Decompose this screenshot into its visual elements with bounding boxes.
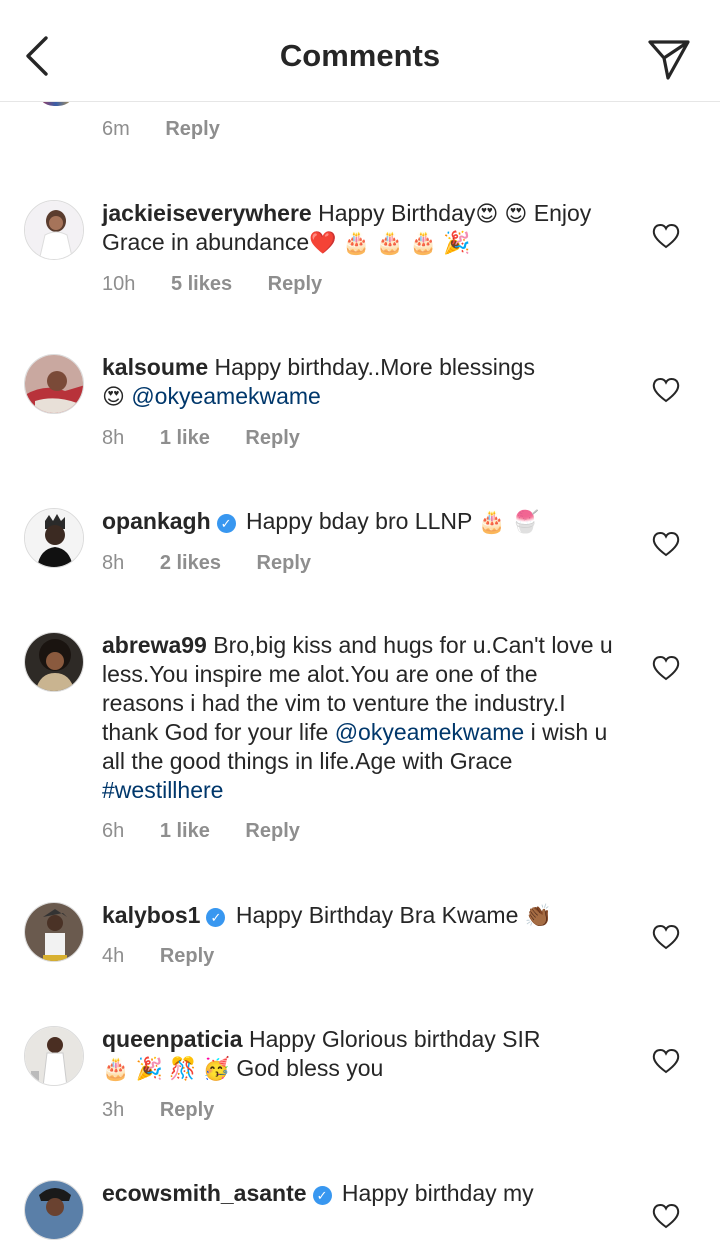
comment-username[interactable]: abrewa99 xyxy=(102,632,207,658)
heart-icon[interactable] xyxy=(652,924,680,950)
comment-message: Happy birthday..More blessings xyxy=(214,354,535,380)
reply-button[interactable]: Reply xyxy=(160,945,214,968)
emoji: 🎂 🎉 🎊 🥳 xyxy=(102,1056,230,1081)
comment-meta: 4h Reply xyxy=(102,945,244,968)
comment-message: Happy Glorious birthday SIR xyxy=(249,1026,541,1052)
comment-time: 4h xyxy=(102,945,125,967)
heart-icon[interactable] xyxy=(652,1048,680,1074)
likes-count[interactable]: 5 likes xyxy=(171,273,232,296)
comment-username[interactable]: kalybos1 xyxy=(102,902,200,928)
comment-meta: 10h 5 likes Reply xyxy=(102,273,352,296)
reply-button[interactable]: Reply xyxy=(268,273,322,296)
comment-meta: 8h 2 likes Reply xyxy=(102,552,341,575)
comment-meta: 6m Reply xyxy=(102,118,250,141)
mention-link[interactable]: @okyeamekwame xyxy=(131,383,321,409)
heart-icon[interactable] xyxy=(652,1203,680,1229)
comment-message: God bless you xyxy=(236,1055,384,1081)
likes-count[interactable]: 2 likes xyxy=(160,552,221,575)
emoji: 😍 xyxy=(102,384,125,409)
comment-username[interactable]: opankagh xyxy=(102,508,211,534)
emoji: 🎂 🍧 xyxy=(478,509,540,534)
heart-icon[interactable] xyxy=(652,655,680,681)
comment-message: Happy Birthday xyxy=(318,200,476,226)
comment-text: kalybos1 ✓ Happy Birthday Bra Kwame 👏🏾 xyxy=(102,901,622,930)
avatar[interactable] xyxy=(24,1026,84,1086)
heart-icon[interactable] xyxy=(652,223,680,249)
comment-time: 8h xyxy=(102,427,125,449)
reply-button[interactable]: Reply xyxy=(245,427,299,450)
comment-meta: 8h 1 like Reply xyxy=(102,427,330,450)
comment-message: Happy bday bro LLNP xyxy=(246,508,472,534)
likes-count[interactable]: 1 like xyxy=(160,820,210,843)
comment-time: 6m xyxy=(102,118,130,140)
comment-time: 3h xyxy=(102,1099,125,1121)
heart-icon[interactable] xyxy=(652,531,680,557)
verified-badge-icon: ✓ xyxy=(216,514,236,533)
heart-icon[interactable] xyxy=(652,377,680,403)
comment-meta: 3h Reply xyxy=(102,1099,244,1122)
verified-badge-icon: ✓ xyxy=(206,908,226,927)
avatar[interactable] xyxy=(24,200,84,260)
comment-meta: 6h 1 like Reply xyxy=(102,820,330,843)
reply-button[interactable]: Reply xyxy=(245,820,299,843)
comment-time: 8h xyxy=(102,552,125,574)
paper-plane-icon[interactable] xyxy=(644,34,694,82)
comment-text: ecowsmith_asante ✓ Happy birthday my xyxy=(102,1179,622,1208)
verified-badge-icon: ✓ xyxy=(312,1186,332,1205)
reply-button[interactable]: Reply xyxy=(165,118,219,140)
comment-message: Happy Birthday Bra Kwame xyxy=(235,902,519,928)
mention-link[interactable]: @okyeamekwame xyxy=(335,719,525,745)
avatar[interactable] xyxy=(24,354,84,414)
comment-text: kalsoume Happy birthday..More blessings … xyxy=(102,353,622,411)
hashtag-link[interactable]: #westillhere xyxy=(102,777,223,803)
emoji: 😍 😍 xyxy=(475,201,528,226)
comment-username[interactable]: kalsoume xyxy=(102,354,208,380)
page-title: Comments xyxy=(279,38,441,73)
comment-username[interactable]: jackieiseverywhere xyxy=(102,200,312,226)
comment-text: queenpaticia Happy Glorious birthday SIR… xyxy=(102,1025,622,1083)
comment-text: abrewa99 Bro,big kiss and hugs for u.Can… xyxy=(102,631,622,805)
avatar[interactable] xyxy=(24,632,84,692)
reply-button[interactable]: Reply xyxy=(257,552,311,575)
avatar[interactable] xyxy=(24,508,84,568)
emoji: 👏🏾 xyxy=(524,903,553,928)
comments-feed[interactable]: 6m Reply jackieiseverywhere Happy Birthd… xyxy=(0,0,720,1240)
comment-username[interactable]: ecowsmith_asante xyxy=(102,1180,307,1206)
comment-text: jackieiseverywhere Happy Birthday😍 😍 Enj… xyxy=(102,199,622,257)
emoji: ❤️ 🎂 🎂 🎂 🎉 xyxy=(309,230,471,255)
comment-message: Happy birthday my xyxy=(341,1180,534,1206)
avatar[interactable] xyxy=(24,902,84,962)
avatar[interactable] xyxy=(24,1180,84,1240)
header-bar: Comments xyxy=(0,0,720,102)
reply-button[interactable]: Reply xyxy=(160,1099,214,1122)
comment-text: opankagh ✓ Happy bday bro LLNP 🎂 🍧 xyxy=(102,507,622,536)
comment-time: 10h xyxy=(102,273,136,295)
comment-username[interactable]: queenpaticia xyxy=(102,1026,243,1052)
comment-time: 6h xyxy=(102,820,125,842)
likes-count[interactable]: 1 like xyxy=(160,427,210,450)
